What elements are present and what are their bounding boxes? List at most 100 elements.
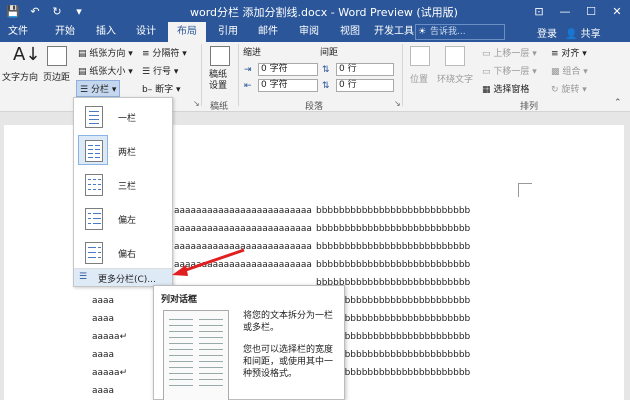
columns-label: 分栏 xyxy=(90,85,109,95)
tab-references[interactable]: 引用 xyxy=(212,22,244,42)
draft-paper-icon xyxy=(210,46,230,66)
text-line-short: aaaa xyxy=(92,296,115,306)
one-column-tile xyxy=(78,101,108,131)
more-columns-item[interactable]: ☰ 更多分栏(C)... xyxy=(74,268,172,286)
columns-three-item[interactable]: 三栏 xyxy=(78,169,170,199)
selection-pane-button[interactable]: ▦ 选择窗格 xyxy=(482,82,529,95)
indent-label: 缩进 xyxy=(243,48,262,58)
indent-right-icon: ⇤ xyxy=(244,81,252,91)
share-button[interactable]: 👤 共享 xyxy=(565,25,601,40)
position-button[interactable]: 位置 xyxy=(410,72,428,85)
draft-settings-button[interactable]: 稿纸设置 xyxy=(209,70,233,92)
tooltip-title: 列对话框 xyxy=(161,295,198,305)
space-before-input[interactable]: 0 行 xyxy=(336,63,394,76)
title-bar: 💾 ↶ ↻ ▾ word分栏 添加分割线.docx - Word Preview… xyxy=(0,0,630,22)
text-line: bbbbbbbbbbbbbbbbbbbbbbbbbbb xyxy=(316,260,471,270)
right-column-label: 偏右 xyxy=(118,250,137,260)
ribbon-tabs: 文件 开始 插入 设计 布局 引用 邮件 审阅 视图 开发工具 ☀ 告诉我...… xyxy=(0,22,630,42)
margins-icon xyxy=(47,46,67,66)
text-line-short: aaaa xyxy=(92,386,115,396)
columns-one-item[interactable]: 一栏 xyxy=(78,101,170,131)
three-columns-label: 三栏 xyxy=(118,182,137,192)
space-after-input[interactable]: 0 行 xyxy=(336,79,394,92)
red-arrow-annotation xyxy=(172,248,245,276)
size-label: 纸张大小 xyxy=(89,67,126,77)
position-icon xyxy=(410,46,430,66)
minimize-icon[interactable]: — xyxy=(552,0,578,22)
login-link[interactable]: 登录 xyxy=(537,25,557,40)
lightbulb-icon: ☀ xyxy=(418,27,427,37)
text-direction-button[interactable]: 文字方向 xyxy=(2,70,38,83)
save-icon[interactable]: 💾 xyxy=(6,3,20,19)
undo-icon[interactable]: ↶ xyxy=(28,3,42,19)
text-line: aaaaaaaaaaaaaaaaaaaaaaaaa xyxy=(174,206,312,216)
tell-me-search[interactable]: ☀ 告诉我... xyxy=(415,24,505,40)
two-columns-icon xyxy=(85,140,103,162)
three-columns-tile xyxy=(78,169,108,199)
indent-right-input[interactable]: 0 字符 xyxy=(258,79,318,92)
bring-forward-label: 上移一层 xyxy=(493,49,530,59)
more-columns-label: 更多分栏(C)... xyxy=(98,275,156,285)
group-button[interactable]: ▩ 组合 ▾ xyxy=(551,64,588,77)
tab-layout[interactable]: 布局 xyxy=(168,22,206,42)
margin-corner-mark xyxy=(518,183,532,197)
paragraph-group-label: 段落 xyxy=(305,102,324,112)
ribbon-display-icon[interactable]: ⊡ xyxy=(526,0,552,22)
send-backward-label: 下移一层 xyxy=(493,67,530,77)
align-button[interactable]: ≡ 对齐 ▾ xyxy=(551,46,587,59)
align-label: 对齐 xyxy=(561,49,580,59)
columns-right-item[interactable]: 偏右 xyxy=(78,237,170,267)
tooltip-description-2: 您也可以选择栏的宽度和间距，或使用其中一种预设格式。 xyxy=(243,345,334,379)
tab-home[interactable]: 开始 xyxy=(48,22,82,42)
hyphenation-button[interactable]: b– 断字 ▾ xyxy=(142,82,180,95)
three-columns-icon xyxy=(85,174,103,196)
tab-view[interactable]: 视图 xyxy=(334,22,366,42)
breaks-label: 分隔符 xyxy=(152,49,180,59)
maximize-icon[interactable]: ☐ xyxy=(578,0,604,22)
redo-icon[interactable]: ↻ xyxy=(50,3,64,19)
indent-left-input[interactable]: 0 字符 xyxy=(258,63,318,76)
bring-forward-button[interactable]: ▭ 上移一层 ▾ xyxy=(482,46,537,59)
text-line: bbbbbbbbbbbbbbbbbbbbbbbbbbb xyxy=(316,224,471,234)
line-numbers-button[interactable]: ☰ 行号 ▾ xyxy=(142,64,178,77)
collapse-ribbon-icon[interactable]: ⌃ xyxy=(614,98,622,108)
columns-left-item[interactable]: 偏左 xyxy=(78,203,170,233)
left-column-tile xyxy=(78,203,108,233)
orientation-button[interactable]: ▤ 纸张方向 ▾ xyxy=(78,46,133,59)
rotate-button[interactable]: ↻ 旋转 ▾ xyxy=(551,82,587,95)
tab-developer[interactable]: 开发工具 xyxy=(370,22,418,42)
close-icon[interactable]: ✕ xyxy=(604,0,630,22)
selection-pane-label: 选择窗格 xyxy=(493,85,530,95)
customize-qat-icon[interactable]: ▾ xyxy=(72,3,86,19)
text-direction-icon: A↓ xyxy=(13,44,41,65)
separator xyxy=(402,44,403,106)
breaks-button[interactable]: ≡ 分隔符 ▾ xyxy=(142,46,187,59)
tooltip-description-1: 将您的文本拆分为一栏或多栏。 xyxy=(243,311,334,333)
right-column-icon xyxy=(85,242,103,264)
send-backward-button[interactable]: ▭ 下移一层 ▾ xyxy=(482,64,537,77)
page-setup-launcher-icon[interactable]: ↘ xyxy=(193,99,200,108)
tab-insert[interactable]: 插入 xyxy=(90,22,122,42)
text-line: bbbbbbbbbbbbbbbbbbbbbbbbbbb xyxy=(316,242,471,252)
paragraph-launcher-icon[interactable]: ↘ xyxy=(394,99,401,108)
tab-mailings[interactable]: 邮件 xyxy=(252,22,284,42)
tooltip-preview-image xyxy=(163,310,229,400)
wrap-text-button[interactable]: 环绕文字 xyxy=(437,72,473,85)
space-before-icon: ⇅ xyxy=(322,65,330,75)
left-column-icon xyxy=(85,208,103,230)
window-controls: ⊡ — ☐ ✕ xyxy=(526,0,630,22)
columns-two-item[interactable]: 两栏 xyxy=(78,135,170,165)
text-line: aaaaaaaaaaaaaaaaaaaaaaaaa xyxy=(174,224,312,234)
columns-button[interactable]: ☰ 分栏 ▾ xyxy=(76,80,121,97)
one-column-icon xyxy=(85,106,103,128)
quick-access-toolbar: 💾 ↶ ↻ ▾ xyxy=(6,3,86,19)
tab-review[interactable]: 审阅 xyxy=(293,22,325,42)
tab-file[interactable]: 文件 xyxy=(0,22,36,42)
margins-button[interactable]: 页边距 xyxy=(43,70,70,83)
text-line-short: aaaaa↵ xyxy=(92,368,127,378)
share-label: 共享 xyxy=(580,29,601,40)
rotate-label: 旋转 xyxy=(561,85,580,95)
tab-design[interactable]: 设计 xyxy=(130,22,162,42)
size-button[interactable]: ▤ 纸张大小 ▾ xyxy=(78,64,133,77)
hyphenation-label: 断字 xyxy=(155,85,174,95)
